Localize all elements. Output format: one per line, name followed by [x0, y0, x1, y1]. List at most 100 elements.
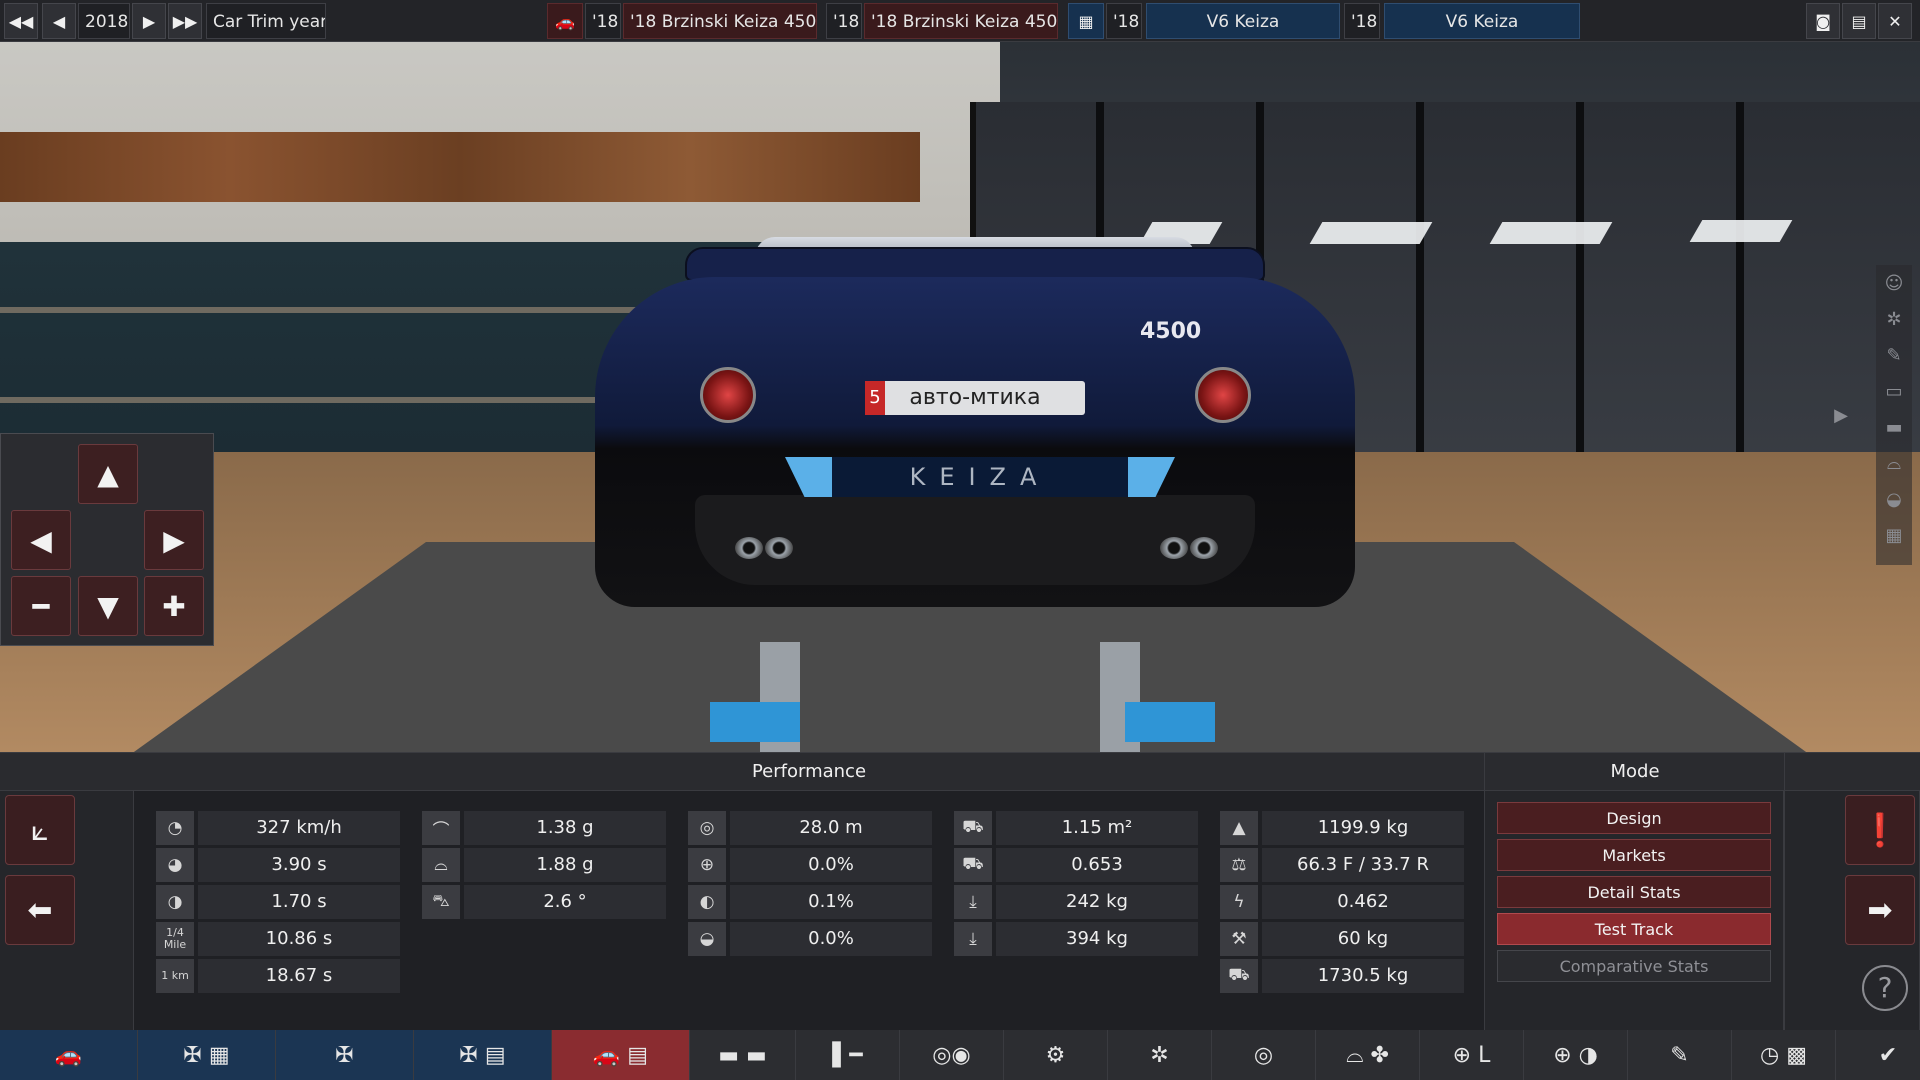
- stat-value: 242 kg: [996, 885, 1198, 919]
- stat-rear-downforce: ⤓ 394 kg: [954, 922, 1198, 956]
- stat-brake-fade-2: ◐ 0.1%: [688, 885, 932, 919]
- stat-weight-distribution: ⚖ 66.3 F / 33.7 R: [1220, 848, 1464, 882]
- stat-value: 2.6 °: [464, 885, 666, 919]
- exhaust-tip: [1190, 537, 1218, 559]
- car-front-icon: ⛟: [954, 848, 992, 882]
- nav-gear-icon[interactable]: ⚙: [1004, 1030, 1108, 1080]
- stat-value: 0.1%: [730, 885, 932, 919]
- stat-value: 0.462: [1262, 885, 1464, 919]
- nav-test-icon[interactable]: ◷ ▩: [1732, 1030, 1836, 1080]
- engine-name-2[interactable]: V6 Keiza: [1384, 3, 1580, 39]
- stat-value: 60 kg: [1262, 922, 1464, 956]
- quarter-mile-icon: 1/4 Mile: [156, 922, 194, 956]
- mode-test-track-button[interactable]: Test Track: [1497, 913, 1771, 945]
- gauge-icon: ◕: [156, 848, 194, 882]
- fast-forward-icon[interactable]: ▶▶: [168, 3, 202, 39]
- nav-car-trim-icon[interactable]: 🚗 ▤: [552, 1030, 690, 1080]
- mode-design-button[interactable]: Design: [1497, 802, 1771, 834]
- mode-comparative-stats-button[interactable]: Comparative Stats: [1497, 950, 1771, 982]
- fixture-icon[interactable]: ▭: [1876, 373, 1912, 409]
- stat-cargo: ⚒ 60 kg: [1220, 922, 1464, 956]
- camera-up-button[interactable]: ▲: [78, 444, 138, 504]
- camera-left-button[interactable]: ◀: [11, 510, 71, 570]
- truck-icon: ⛟: [1220, 959, 1258, 993]
- expand-arrow-icon[interactable]: ▶: [1826, 400, 1856, 430]
- weight-icon: ▲: [1220, 811, 1258, 845]
- bottom-nav: 🚗 ✠ ▦ ✠ ✠ ▤ 🚗 ▤ ▬ ▬ ▌━ ◎◉ ⚙ ✲ ◎ ⌓ ✤ ⊕ L …: [0, 1030, 1920, 1080]
- gauge-icon: ◑: [156, 885, 194, 919]
- brake-heat-icon: ◐: [688, 885, 726, 919]
- corner-wide-icon: ⌓: [422, 848, 460, 882]
- person-icon[interactable]: ☺: [1876, 265, 1912, 301]
- car-viewport[interactable]: 5 авто-мтика 4500 KEIZA: [0, 42, 1920, 752]
- speedometer-icon: ◔: [156, 811, 194, 845]
- stat-cornering: ⌒ 1.38 g: [422, 811, 666, 845]
- calculator-icon[interactable]: ▤: [1842, 3, 1876, 39]
- stat-value: 0.0%: [730, 922, 932, 956]
- wood-beam: [0, 132, 920, 202]
- camera-icon[interactable]: ◙: [1806, 3, 1840, 39]
- zoom-out-button[interactable]: ━: [11, 576, 71, 636]
- mode-title: Mode: [1485, 753, 1785, 791]
- mode-markets-button[interactable]: Markets: [1497, 839, 1771, 871]
- car-model[interactable]: 5 авто-мтика 4500 KEIZA: [595, 237, 1355, 687]
- nav-chassis-icon[interactable]: ▬ ▬: [690, 1030, 796, 1080]
- model-name-1[interactable]: '18 Brzinski Keiza 4500 ': [623, 3, 817, 39]
- nav-safety-icon[interactable]: ⊕ ◑: [1524, 1030, 1628, 1080]
- downforce-icon: ⤓: [954, 922, 992, 956]
- nav-interior-icon[interactable]: ⊕ L: [1420, 1030, 1524, 1080]
- warning-button[interactable]: ❗: [1845, 795, 1915, 865]
- close-icon[interactable]: ✕: [1878, 3, 1912, 39]
- brand-stripe: KEIZA: [785, 457, 1175, 497]
- nav-brake-icon[interactable]: ◎: [1212, 1030, 1316, 1080]
- stat-body-roll: ⛍ 2.6 °: [422, 885, 666, 919]
- stat-value: 394 kg: [996, 922, 1198, 956]
- stat-value: 327 km/h: [198, 811, 400, 845]
- help-button[interactable]: ?: [1862, 965, 1908, 1011]
- model-name-2[interactable]: '18 Brzinski Keiza 4500 ': [864, 3, 1058, 39]
- rewind-icon[interactable]: ◀◀: [4, 3, 38, 39]
- car-toggle-icon[interactable]: ◒: [1876, 481, 1912, 517]
- stat-value: 1.70 s: [198, 885, 400, 919]
- left-head: [0, 753, 134, 791]
- nav-model-icon[interactable]: ✠: [276, 1030, 414, 1080]
- tools-icon: ⚒: [1220, 922, 1258, 956]
- engine-name-1[interactable]: V6 Keiza: [1146, 3, 1340, 39]
- stat-value: 28.0 m: [730, 811, 932, 845]
- stat-value: 0.0%: [730, 848, 932, 882]
- nav-aero-icon[interactable]: ⌓ ✤: [1316, 1030, 1420, 1080]
- model-year-2: '18: [826, 3, 862, 39]
- nav-finish-icon[interactable]: ✔: [1836, 1030, 1920, 1080]
- engine-bay-icon[interactable]: ▦: [1876, 517, 1912, 553]
- lift-pad: [1125, 702, 1215, 742]
- stat-front-downforce: ⤓ 242 kg: [954, 885, 1198, 919]
- car-side-icon[interactable]: ⌓: [1876, 445, 1912, 481]
- nav-paint-icon[interactable]: ✎: [1628, 1030, 1732, 1080]
- wheel-icon[interactable]: ✲: [1876, 301, 1912, 337]
- nav-wheel-icon[interactable]: ✲: [1108, 1030, 1212, 1080]
- car-model-icon[interactable]: 🚗: [547, 3, 583, 39]
- nav-suspension-icon[interactable]: ▌━: [796, 1030, 900, 1080]
- zoom-in-button[interactable]: ✚: [144, 576, 204, 636]
- plate-number: 5: [865, 381, 885, 415]
- back-button[interactable]: ⬅: [5, 875, 75, 945]
- prev-icon[interactable]: ◀: [42, 3, 76, 39]
- camera-right-button[interactable]: ▶: [144, 510, 204, 570]
- nav-trim-icon[interactable]: ✠ ▤: [414, 1030, 552, 1080]
- nav-car-icon[interactable]: 🚗: [0, 1030, 138, 1080]
- stat-top-speed: ◔ 327 km/h: [156, 811, 400, 845]
- stat-weight: ▲ 1199.9 kg: [1220, 811, 1464, 845]
- trim-year-label: Car Trim year: [206, 3, 326, 39]
- panel-icon[interactable]: ▬: [1876, 409, 1912, 445]
- next-button[interactable]: ➡: [1845, 875, 1915, 945]
- engine-icon[interactable]: ▦: [1068, 3, 1104, 39]
- stat-value: 1.38 g: [464, 811, 666, 845]
- graph-button[interactable]: ⟀: [5, 795, 75, 865]
- camera-down-button[interactable]: ▼: [78, 576, 138, 636]
- next-icon[interactable]: ▶: [132, 3, 166, 39]
- mode-detail-stats-button[interactable]: Detail Stats: [1497, 876, 1771, 908]
- exhaust-tip: [735, 537, 763, 559]
- nav-drivetrain-icon[interactable]: ◎◉: [900, 1030, 1004, 1080]
- nav-family-icon[interactable]: ✠ ▦: [138, 1030, 276, 1080]
- paint-icon[interactable]: ✎: [1876, 337, 1912, 373]
